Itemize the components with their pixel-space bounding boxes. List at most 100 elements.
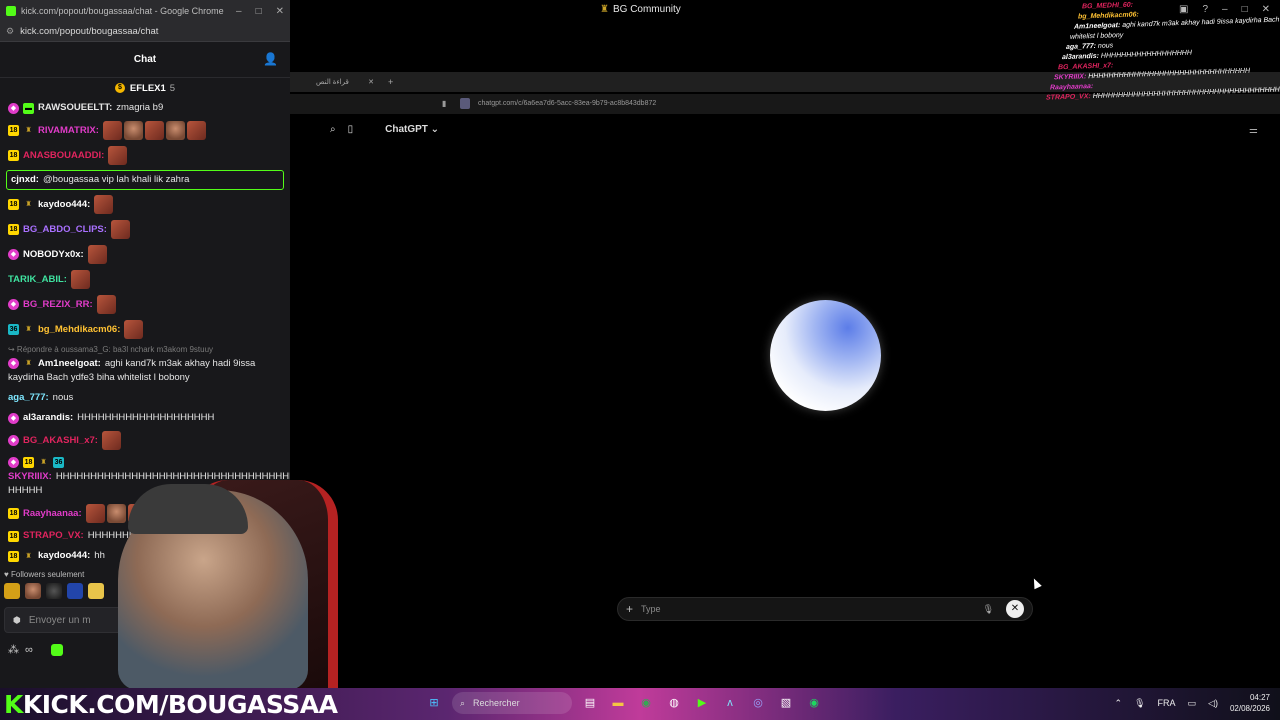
clock[interactable]: 04:27 02/08/2026 — [1230, 692, 1270, 714]
chatgpt-input[interactable]: + Type 🎙 ✕ — [617, 597, 1033, 621]
overlay-username: Raayhaanaa: — [1050, 83, 1094, 92]
overlay-username: SKYRIIIX: — [1054, 73, 1089, 82]
emote-button[interactable] — [25, 583, 41, 599]
chat-username[interactable]: ANASBOUAADDI: — [23, 149, 104, 163]
chat-username[interactable]: RIVAMATRIX: — [38, 124, 99, 138]
chat-message: 18 ♜ kaydoo444: — [6, 192, 284, 217]
plus-icon[interactable]: + — [626, 602, 633, 616]
chat-emote — [186, 121, 206, 140]
sub-badge-icon: 18 — [23, 456, 34, 468]
minimize-icon[interactable]: – — [236, 6, 242, 17]
sub-badge-icon: 18 — [8, 150, 19, 161]
people-icon[interactable]: ⁂ — [8, 643, 19, 656]
close-icon[interactable]: ✕ — [276, 6, 284, 17]
chat-username[interactable]: Am1neelgoat: — [38, 358, 101, 369]
site-info-icon[interactable]: ⚙ — [6, 26, 14, 37]
chat-username[interactable]: NOBODYx0x: — [23, 248, 84, 262]
chat-message: ◆ NOBODYx0x: — [6, 242, 284, 267]
model-selector[interactable]: ChatGPT ⌄ — [385, 124, 439, 135]
chat-message: ◆ ▬ RAWSOUEELTT: zmagria b9 — [6, 98, 284, 118]
taskbar-search[interactable]: ⌕ Rechercher — [452, 692, 572, 714]
inner-url: chatgpt.com/c/6a6ea7d6-5acc-83ea-9b79-ac… — [478, 100, 657, 107]
mouse-cursor-icon — [1030, 576, 1042, 590]
chat-message: ◆ BG_REZIX_RR: — [6, 292, 284, 317]
windows-start-icon[interactable]: ⊞ — [424, 693, 444, 713]
sub-badge-icon: 18 — [8, 530, 19, 542]
stream-window-title: ♜ BG Community — [600, 4, 681, 15]
obs-icon[interactable]: ◍ — [664, 693, 684, 713]
discord-icon[interactable]: ◎ — [748, 693, 768, 713]
sub-badge-icon: 18 — [8, 199, 19, 210]
input-placeholder: Type — [641, 604, 661, 614]
chat-username[interactable]: kaydoo444: — [38, 198, 90, 212]
language-indicator[interactable]: FRA — [1158, 698, 1176, 708]
chat-username[interactable]: cjnxd: — [11, 174, 39, 185]
overlay-username: aga_777: — [1066, 42, 1098, 51]
system-tray: ⌃ 🎙 FRA ▭ ◁) 04:27 02/08/2026 — [1115, 692, 1270, 714]
tab-chatgpt[interactable]: قراءة النص ✕ — [316, 78, 374, 86]
chevron-up-icon[interactable]: ⌃ — [1115, 698, 1123, 709]
chat-username[interactable]: BG_ABDO_CLIPS: — [23, 223, 107, 237]
chat-username[interactable]: STRAPO_VX: — [23, 529, 84, 543]
green-badge-icon: ▬ — [23, 102, 34, 114]
address-bar[interactable]: ⚙ kick.com/popout/bougassaa/chat — [0, 22, 290, 42]
spotify-icon[interactable]: ◉ — [804, 693, 824, 713]
window-title: kick.com/popout/bougassaa/chat - Google … — [21, 6, 224, 16]
chat-username[interactable]: aga_777: — [8, 391, 49, 405]
chat-username[interactable]: Raayhaanaa: — [23, 507, 82, 521]
taskbar-apps: ⊞ ⌕ Rechercher ▤ ▬ ◉ ◍ ▶ ʌ ◎ ▧ ◉ — [424, 692, 824, 714]
settings-icon[interactable]: ⚌ — [1249, 125, 1258, 136]
chat-emote — [165, 121, 185, 140]
chat-username[interactable]: bg_Mehdikacm06: — [38, 323, 120, 337]
search-icon[interactable]: ⌕ — [330, 124, 336, 135]
file-explorer-icon[interactable]: ▬ — [608, 693, 628, 713]
task-view-icon[interactable]: ▤ — [580, 693, 600, 713]
og-badge-icon: ♜ — [25, 326, 32, 333]
chat-emote — [94, 195, 114, 214]
photos-icon[interactable]: ▧ — [776, 693, 796, 713]
emote-button[interactable] — [46, 583, 62, 599]
streamer-cap — [128, 484, 248, 534]
chat-username[interactable]: BG_REZIX_RR: — [23, 298, 93, 312]
kick-app-icon[interactable]: ▶ — [692, 693, 712, 713]
pinned-count: 5 — [169, 82, 176, 94]
emote-button[interactable] — [67, 583, 83, 599]
chat-input-placeholder: Envoyer un m — [28, 614, 91, 626]
chat-username[interactable]: TARIK_ABIL: — [8, 273, 67, 287]
sidebar-toggle-icon[interactable]: ▯ — [348, 124, 354, 135]
teal-badge-icon: 36 — [8, 324, 19, 335]
emote-button[interactable] — [4, 583, 20, 599]
chat-username[interactable]: SKYRIIIX: — [8, 471, 52, 482]
chat-title: Chat — [133, 54, 157, 65]
chat-emote — [96, 295, 116, 314]
maximize-icon[interactable]: □ — [256, 6, 262, 17]
users-icon[interactable]: 👤 — [263, 52, 278, 66]
voice-mode-orb — [770, 300, 881, 411]
mic-icon[interactable]: 🎙 — [983, 604, 994, 615]
network-icon[interactable]: ▭ — [1188, 698, 1197, 709]
end-voice-button[interactable]: ✕ — [1006, 600, 1024, 618]
chrome-titlebar: kick.com/popout/bougassaa/chat - Google … — [0, 0, 290, 22]
microphone-icon[interactable]: 🎙 — [1134, 698, 1145, 709]
pink-badge-icon: ◆ — [8, 456, 19, 468]
chat-username[interactable]: BG_AKASHI_x7: — [23, 434, 98, 448]
chat-message: 18 ANASBOUAADDI: — [6, 143, 284, 168]
new-tab-icon[interactable]: + — [388, 77, 393, 87]
volume-icon[interactable]: ◁) — [1208, 698, 1218, 709]
reply-reference[interactable]: ↪ Répondre à oussama3_G: ba3l nchark m3a… — [6, 342, 284, 354]
kick-logo-icon[interactable] — [50, 643, 63, 656]
chatgpt-header: ⌕ ▯ ChatGPT ⌄ — [330, 124, 439, 135]
infinity-icon[interactable]: ∞ — [25, 644, 33, 656]
pink-badge-icon: ◆ — [8, 412, 19, 424]
pinned-gift-bar[interactable]: $ EFLEX1 5 — [0, 78, 290, 98]
pink-badge-icon: ◆ — [8, 435, 19, 446]
chat-username[interactable]: RAWSOUEELTT: — [38, 101, 112, 115]
chat-username[interactable]: al3arandis: — [23, 411, 73, 425]
chrome-icon[interactable]: ◉ — [636, 693, 656, 713]
bookmark-icon[interactable]: ▮ — [442, 99, 446, 108]
close-tab-icon[interactable]: ✕ — [368, 78, 374, 86]
chat-username[interactable]: kaydoo444: — [38, 549, 90, 563]
app-icon[interactable]: ʌ — [720, 693, 740, 713]
chat-message-text: @bougassaa vip lah khali lik zahra — [42, 174, 190, 185]
shield-icon: ⬢ — [13, 614, 21, 625]
